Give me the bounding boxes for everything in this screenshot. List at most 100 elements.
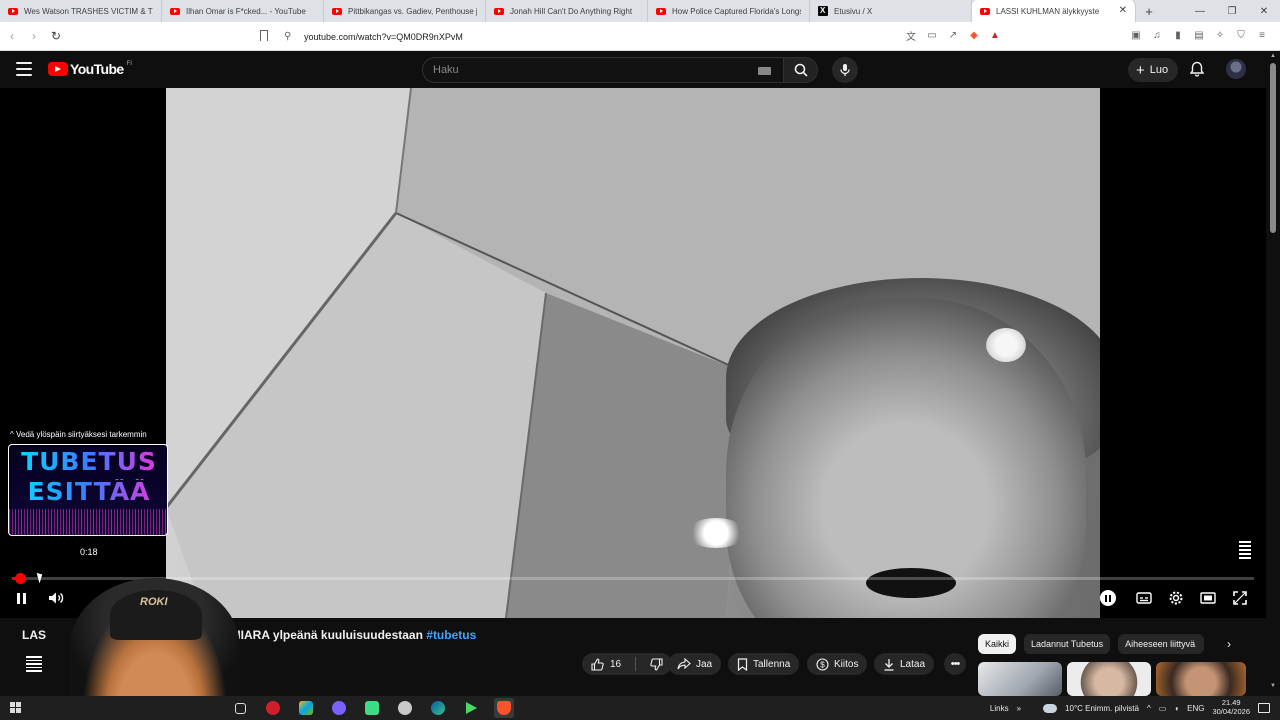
progress-bar[interactable] (12, 573, 1254, 584)
weather-cloud-icon[interactable] (1043, 703, 1058, 713)
youtube-icon (332, 7, 342, 15)
new-tab-button[interactable]: + (1136, 0, 1162, 22)
notification-center-icon[interactable] (1258, 703, 1270, 713)
screenshot-icon[interactable]: ▣ (1128, 27, 1144, 43)
edge-icon[interactable] (428, 698, 448, 718)
gear-icon (1169, 591, 1183, 605)
search-input[interactable] (433, 64, 733, 76)
shield-app-icon[interactable] (395, 698, 415, 718)
media-player-icon[interactable] (461, 698, 481, 718)
channel-avatar[interactable] (26, 656, 42, 672)
hashtag-link[interactable]: #tubetus (426, 628, 476, 642)
weather-text[interactable]: 10°C Enimm. pilvistä (1065, 704, 1139, 713)
video-frame[interactable] (166, 88, 1100, 618)
network-icon[interactable]: ▭ (1159, 704, 1167, 713)
tab-title: Etusivu / X (834, 6, 873, 16)
share-button[interactable]: Jaa (668, 653, 722, 675)
recommended-thumbnail[interactable] (978, 662, 1062, 696)
like-dislike-group: 16 (582, 653, 673, 675)
cast-icon[interactable]: ▭ (924, 27, 940, 43)
notifications-bell-icon[interactable] (1188, 60, 1206, 78)
extensions-icon[interactable]: ✧ (1212, 27, 1228, 43)
chat-app-icon[interactable] (329, 698, 349, 718)
close-window-icon[interactable]: ✕ (1248, 0, 1280, 22)
fullscreen-button[interactable] (1230, 589, 1250, 607)
brave-shield-icon[interactable]: ◆ (966, 27, 982, 43)
forward-icon[interactable]: › (24, 26, 44, 46)
vpn-icon[interactable]: ⛉ (1233, 27, 1249, 43)
create-label: Luo (1149, 64, 1169, 76)
create-button[interactable]: + Luo (1128, 58, 1179, 82)
maximize-icon[interactable]: ❐ (1216, 0, 1248, 22)
youtube-icon (8, 7, 18, 15)
site-info-icon[interactable]: ⚲ (284, 31, 291, 42)
scroll-down-icon[interactable]: ▼ (1270, 683, 1276, 689)
recommended-thumbnail[interactable] (1156, 662, 1246, 696)
opera-icon[interactable] (263, 698, 283, 718)
scroll-up-icon[interactable]: ▲ (1270, 53, 1276, 59)
chevron-double-icon[interactable]: » (1017, 704, 1021, 713)
thanks-button[interactable]: $ Kiitos (807, 653, 868, 675)
chip-uploader[interactable]: Ladannut Tubetus (1024, 634, 1111, 654)
links-toolbar[interactable]: Links (990, 704, 1009, 713)
keyboard-language[interactable]: ENG (1187, 704, 1204, 713)
back-icon[interactable]: ‹ (2, 26, 22, 46)
chapters-toggle-icon[interactable] (1236, 541, 1254, 561)
start-button[interactable] (10, 702, 22, 714)
clock[interactable]: 21.49 30/04/2026 (1212, 699, 1250, 716)
page-scrollbar[interactable]: ▲ ▼ (1266, 51, 1280, 696)
theater-mode-button[interactable] (1198, 589, 1218, 607)
search-box[interactable] (422, 57, 784, 83)
browser-tab[interactable]: Wes Watson TRASHES VICTIM & The (0, 0, 162, 22)
more-actions-button[interactable]: ••• (944, 653, 966, 675)
brave-rewards-icon[interactable]: ▲ (987, 27, 1003, 43)
autoplay-toggle[interactable] (1100, 590, 1116, 606)
scrubber-handle[interactable] (15, 573, 26, 584)
volume-button[interactable] (46, 589, 66, 607)
browser-tab[interactable]: How Police Captured Florida's Longs (648, 0, 810, 22)
windows-taskbar: Links » 10°C Enimm. pilvistä ^ ▭ ◖ ENG 2… (0, 696, 1280, 720)
share-page-icon[interactable]: ↗ (945, 27, 961, 43)
url-text: youtube.com/watch?v=QM0DR9nXPvM (304, 31, 463, 42)
search-button[interactable] (784, 57, 818, 83)
tray-overflow-icon[interactable]: ^ (1147, 704, 1151, 713)
settings-button[interactable] (1166, 589, 1186, 607)
like-button[interactable]: 16 (582, 653, 630, 675)
speaker-icon[interactable]: ◖ (1174, 704, 1179, 713)
voice-search-button[interactable] (832, 57, 858, 83)
browser-tab[interactable]: Pittbikangas vs. Gadiev, Penthouse ja (324, 0, 486, 22)
browser-menu-icon[interactable]: ≡ (1254, 27, 1270, 43)
video-player[interactable]: ^ Vedä ylöspäin siirtyäksesi tarkemmin T… (0, 88, 1266, 618)
save-button[interactable]: Tallenna (728, 653, 800, 675)
music-icon[interactable]: ♫ (1149, 27, 1165, 43)
translate-icon[interactable]: 文 (903, 27, 919, 43)
plus-icon: + (1136, 61, 1145, 79)
brave-browser-icon[interactable] (494, 698, 514, 718)
subtitles-button[interactable] (1134, 589, 1154, 607)
pause-button[interactable] (11, 589, 31, 607)
wallet-icon[interactable]: ▤ (1191, 27, 1207, 43)
youtube-logo[interactable]: YouTube FI (48, 61, 132, 77)
minimize-icon[interactable]: — (1184, 0, 1216, 22)
sidebar-icon[interactable]: ▮ (1170, 27, 1186, 43)
download-button[interactable]: Lataa (874, 653, 935, 675)
hamburger-menu-icon[interactable] (16, 62, 32, 76)
close-tab-icon[interactable]: ✕ (1119, 5, 1127, 16)
chip-related[interactable]: Aiheeseen liittyvä (1118, 634, 1205, 654)
scrollbar-thumb[interactable] (1270, 63, 1276, 233)
download-label: Lataa (900, 658, 926, 670)
chevron-right-icon[interactable]: › (1222, 636, 1236, 652)
browser-tab-active[interactable]: LASSI KUHLMAN älykkyyste ✕ (972, 0, 1136, 22)
keyboard-icon[interactable] (758, 67, 771, 75)
bookmark-icon[interactable] (260, 30, 268, 41)
android-studio-icon[interactable] (362, 698, 382, 718)
recommended-thumbnail[interactable] (1067, 662, 1151, 696)
browser-tab[interactable]: Jonah Hill Can't Do Anything Right (486, 0, 648, 22)
browser-tab[interactable]: Etusivu / X (810, 0, 972, 22)
task-view-icon[interactable] (230, 698, 250, 718)
account-avatar[interactable] (1226, 59, 1246, 79)
browser-tab[interactable]: Ilhan Omar is F*cked... - YouTube (162, 0, 324, 22)
reload-icon[interactable]: ↻ (46, 26, 66, 46)
paint-icon[interactable] (296, 698, 316, 718)
chip-all[interactable]: Kaikki (978, 634, 1017, 654)
